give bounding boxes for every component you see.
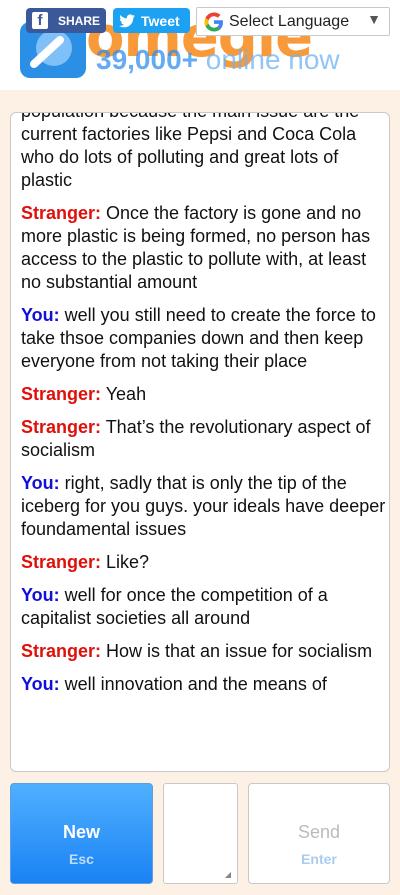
message-text: right, sadly that is only the tip of the…	[21, 473, 386, 539]
send-button[interactable]: Send Enter	[248, 783, 390, 884]
message-text: well you still need to create the force …	[21, 305, 376, 371]
send-button-label: Send	[297, 822, 341, 842]
chat-log[interactable]: population because the main issue are th…	[10, 112, 390, 772]
message-text: Yeah	[101, 384, 147, 404]
online-count-number: 39,000+	[96, 44, 198, 75]
stranger-message: Stranger: Yeah	[21, 383, 389, 406]
message-text: How is that an issue for socialism	[101, 641, 373, 661]
tweet-button[interactable]: Tweet	[113, 8, 190, 33]
share-label: SHARE	[58, 13, 101, 28]
dropdown-arrow-icon: ▼	[367, 11, 381, 27]
you-label: You:	[21, 305, 60, 325]
language-select[interactable]: Select Language ▼	[196, 7, 390, 36]
stranger-message: Stranger: Once the factory is gone and n…	[21, 202, 389, 294]
stranger-label: Stranger:	[21, 203, 102, 223]
stranger-message: Stranger: How is that an issue for socia…	[21, 640, 389, 663]
facebook-icon: f	[32, 12, 48, 29]
you-label: You:	[21, 473, 60, 493]
you-label: You:	[21, 674, 60, 694]
you-message: You: well for once the competition of a …	[21, 584, 389, 630]
online-count-label: online now	[205, 44, 340, 75]
stranger-message: Stranger: Like?	[21, 551, 389, 574]
header: omegle 39,000+ online now f SHARE Tweet …	[0, 0, 400, 90]
stranger-label: Stranger:	[21, 417, 102, 437]
stranger-label: Stranger:	[21, 384, 102, 404]
you-message: You: well innovation and the means of	[21, 673, 389, 696]
language-select-label: Select Language	[229, 12, 350, 30]
message-continuation: population because the main issue are th…	[21, 113, 389, 192]
stranger-label: Stranger:	[21, 641, 102, 661]
new-chat-button[interactable]: New Esc	[10, 783, 153, 884]
you-label: You:	[21, 585, 60, 605]
tweet-label: Tweet	[141, 12, 180, 29]
send-button-shortcut: Enter	[301, 851, 337, 867]
stranger-label: Stranger:	[21, 552, 102, 572]
new-button-shortcut: Esc	[69, 851, 94, 867]
message-input[interactable]: ◢	[163, 783, 238, 884]
online-count: 39,000+ online now	[96, 44, 340, 76]
new-button-label: New	[62, 822, 100, 842]
message-text: well for once the competition of a capit…	[21, 585, 328, 628]
message-text: well innovation and the means of	[59, 674, 327, 694]
chat-messages: population because the main issue are th…	[21, 113, 389, 706]
message-text: Like?	[101, 552, 150, 572]
twitter-bird-icon	[119, 13, 135, 27]
stranger-message: Stranger: That’s the revolutionary aspec…	[21, 416, 389, 462]
you-message: You: well you still need to create the f…	[21, 304, 389, 373]
resize-handle-icon[interactable]: ◢	[225, 870, 231, 879]
google-g-icon	[204, 12, 223, 31]
you-message: You: right, sadly that is only the tip o…	[21, 472, 389, 541]
facebook-share-button[interactable]: f SHARE	[26, 8, 106, 33]
message-text: population because the main issue are th…	[21, 113, 359, 190]
